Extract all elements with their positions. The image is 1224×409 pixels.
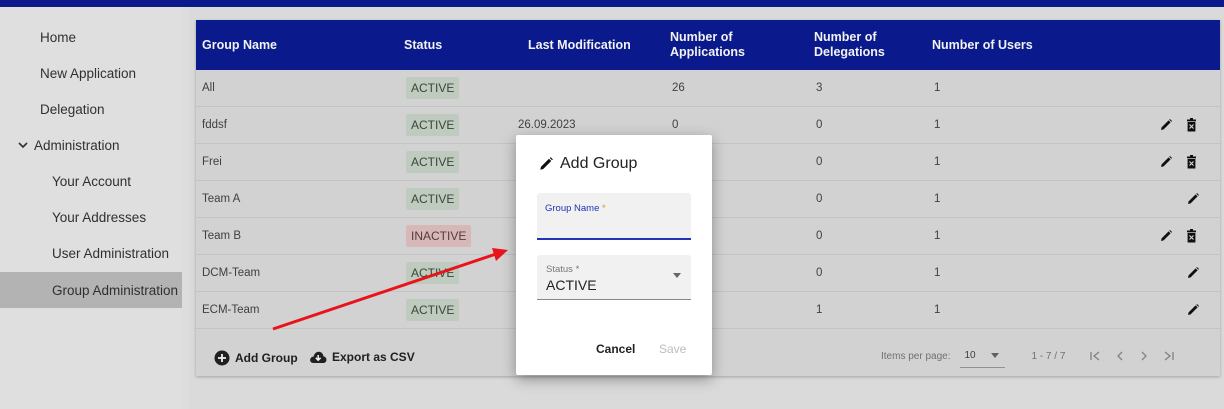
group-name-label: Group Name * bbox=[545, 203, 606, 214]
status-value: ACTIVE bbox=[546, 277, 597, 293]
dialog-title-text: Add Group bbox=[560, 155, 638, 172]
add-group-dialog: Add Group Group Name * Status * ACTIVE C… bbox=[516, 135, 712, 375]
status-select[interactable]: Status * ACTIVE bbox=[537, 255, 691, 300]
status-label: Status * bbox=[546, 264, 580, 275]
dialog-title: Add Group bbox=[538, 155, 637, 173]
chevron-down-icon bbox=[673, 273, 681, 278]
group-name-field[interactable]: Group Name * bbox=[537, 193, 691, 240]
save-button[interactable]: Save bbox=[659, 342, 686, 356]
cancel-button[interactable]: Cancel bbox=[596, 342, 635, 356]
required-marker: * bbox=[602, 203, 606, 214]
pencil-icon bbox=[540, 157, 553, 170]
